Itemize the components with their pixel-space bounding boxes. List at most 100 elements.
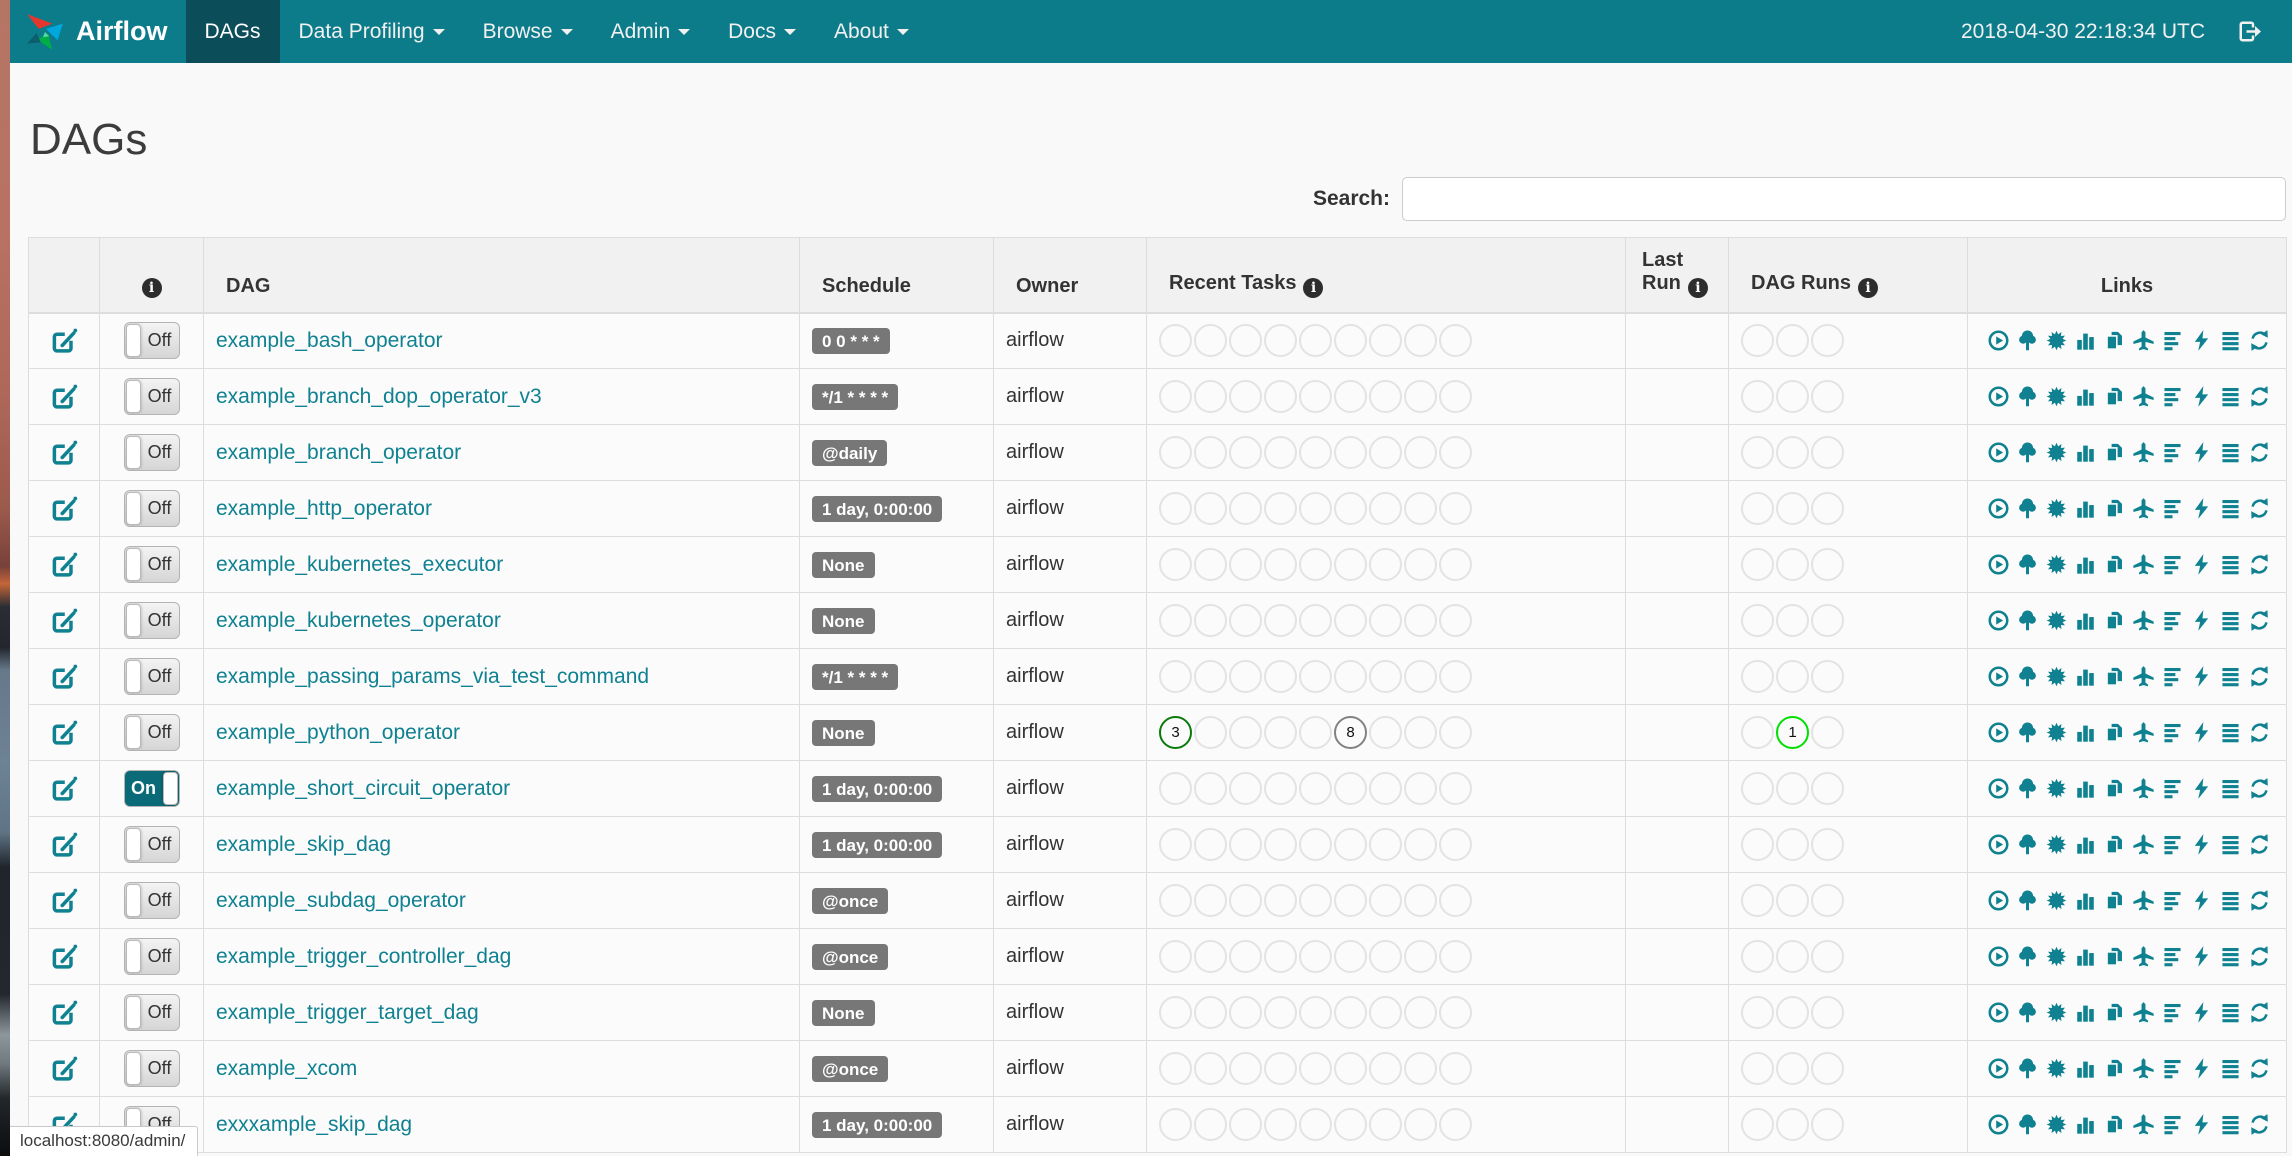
task-duration-link[interactable]: [2074, 889, 2097, 912]
edit-dag-button[interactable]: [51, 721, 78, 743]
info-icon[interactable]: [141, 277, 162, 298]
tree-view-link[interactable]: [2016, 665, 2039, 688]
tree-view-link[interactable]: [2016, 1113, 2039, 1136]
gantt-view-link[interactable]: [2161, 777, 2184, 800]
schedule-badge[interactable]: @once: [812, 943, 889, 970]
code-view-link[interactable]: [2190, 665, 2213, 688]
task-tries-link[interactable]: [2103, 945, 2126, 968]
dag-pause-toggle[interactable]: Off: [123, 490, 180, 527]
edit-dag-button[interactable]: [51, 609, 78, 631]
refresh-link[interactable]: [2248, 945, 2271, 968]
refresh-link[interactable]: [2248, 1057, 2271, 1080]
code-view-link[interactable]: [2190, 385, 2213, 408]
task-duration-link[interactable]: [2074, 553, 2097, 576]
task-duration-link[interactable]: [2074, 1113, 2097, 1136]
logs-link[interactable]: [2219, 833, 2242, 856]
edit-dag-button[interactable]: [51, 777, 78, 799]
tree-view-link[interactable]: [2016, 553, 2039, 576]
logs-link[interactable]: [2219, 665, 2242, 688]
dag-pause-toggle[interactable]: Off: [123, 322, 180, 360]
edit-dag-button[interactable]: [51, 833, 78, 855]
code-view-link[interactable]: [2190, 833, 2213, 856]
edit-dag-button[interactable]: [51, 385, 78, 407]
landing-times-link[interactable]: [2132, 553, 2155, 576]
gantt-view-link[interactable]: [2161, 833, 2184, 856]
tree-view-link[interactable]: [2016, 497, 2039, 520]
dag-pause-toggle[interactable]: On: [123, 770, 180, 807]
task-tries-link[interactable]: [2103, 329, 2126, 352]
schedule-badge[interactable]: @once: [812, 887, 889, 914]
refresh-link[interactable]: [2248, 329, 2271, 352]
dag-name-link[interactable]: example_subdag_operator: [216, 889, 466, 912]
refresh-link[interactable]: [2248, 721, 2271, 744]
graph-view-link[interactable]: [2045, 609, 2068, 632]
dag-run-circle[interactable]: 1: [1776, 716, 1809, 749]
dag-name-link[interactable]: example_branch_dop_operator_v3: [216, 385, 542, 408]
dag-pause-toggle[interactable]: Off: [123, 546, 180, 583]
task-duration-link[interactable]: [2074, 441, 2097, 464]
landing-times-link[interactable]: [2132, 945, 2155, 968]
landing-times-link[interactable]: [2132, 1057, 2155, 1080]
refresh-link[interactable]: [2248, 777, 2271, 800]
schedule-badge[interactable]: None: [812, 719, 875, 746]
edit-dag-button[interactable]: [51, 497, 78, 519]
graph-view-link[interactable]: [2045, 721, 2068, 744]
dag-name-link[interactable]: example_skip_dag: [216, 833, 391, 856]
gantt-view-link[interactable]: [2161, 609, 2184, 632]
refresh-link[interactable]: [2248, 385, 2271, 408]
nav-item-admin[interactable]: Admin: [592, 0, 710, 63]
edit-dag-button[interactable]: [51, 945, 78, 967]
trigger-dag-link[interactable]: [1987, 441, 2010, 464]
code-view-link[interactable]: [2190, 497, 2213, 520]
graph-view-link[interactable]: [2045, 1057, 2068, 1080]
logs-link[interactable]: [2219, 945, 2242, 968]
dag-name-link[interactable]: example_http_operator: [216, 497, 432, 520]
refresh-link[interactable]: [2248, 441, 2271, 464]
tree-view-link[interactable]: [2016, 777, 2039, 800]
gantt-view-link[interactable]: [2161, 385, 2184, 408]
info-icon[interactable]: [1303, 277, 1324, 298]
graph-view-link[interactable]: [2045, 385, 2068, 408]
gantt-view-link[interactable]: [2161, 1113, 2184, 1136]
schedule-badge[interactable]: None: [812, 999, 875, 1026]
landing-times-link[interactable]: [2132, 329, 2155, 352]
trigger-dag-link[interactable]: [1987, 553, 2010, 576]
task-duration-link[interactable]: [2074, 329, 2097, 352]
gantt-view-link[interactable]: [2161, 497, 2184, 520]
gantt-view-link[interactable]: [2161, 1001, 2184, 1024]
refresh-link[interactable]: [2248, 1001, 2271, 1024]
task-tries-link[interactable]: [2103, 889, 2126, 912]
edit-dag-button[interactable]: [51, 665, 78, 687]
graph-view-link[interactable]: [2045, 889, 2068, 912]
graph-view-link[interactable]: [2045, 441, 2068, 464]
dag-pause-toggle[interactable]: Off: [123, 714, 180, 751]
task-duration-link[interactable]: [2074, 665, 2097, 688]
schedule-badge[interactable]: */1 * * * *: [812, 663, 899, 690]
info-icon[interactable]: [1687, 277, 1708, 298]
landing-times-link[interactable]: [2132, 665, 2155, 688]
graph-view-link[interactable]: [2045, 497, 2068, 520]
schedule-badge[interactable]: 1 day, 0:00:00: [812, 831, 943, 858]
nav-item-dags[interactable]: DAGs: [185, 0, 280, 63]
graph-view-link[interactable]: [2045, 1001, 2068, 1024]
trigger-dag-link[interactable]: [1987, 497, 2010, 520]
task-instance-circle[interactable]: 8: [1334, 716, 1367, 749]
logs-link[interactable]: [2219, 609, 2242, 632]
graph-view-link[interactable]: [2045, 1113, 2068, 1136]
logs-link[interactable]: [2219, 329, 2242, 352]
code-view-link[interactable]: [2190, 777, 2213, 800]
task-tries-link[interactable]: [2103, 1113, 2126, 1136]
info-icon[interactable]: [1858, 277, 1878, 298]
dag-name-link[interactable]: example_branch_operator: [216, 441, 461, 464]
schedule-badge[interactable]: 0 0 * * *: [812, 327, 890, 354]
edit-dag-button[interactable]: [51, 329, 78, 351]
code-view-link[interactable]: [2190, 329, 2213, 352]
code-view-link[interactable]: [2190, 1001, 2213, 1024]
gantt-view-link[interactable]: [2161, 1057, 2184, 1080]
schedule-badge[interactable]: None: [812, 551, 875, 578]
nav-item-data-profiling[interactable]: Data Profiling: [280, 0, 464, 63]
edit-dag-button[interactable]: [51, 1057, 78, 1079]
refresh-link[interactable]: [2248, 497, 2271, 520]
trigger-dag-link[interactable]: [1987, 777, 2010, 800]
tree-view-link[interactable]: [2016, 889, 2039, 912]
